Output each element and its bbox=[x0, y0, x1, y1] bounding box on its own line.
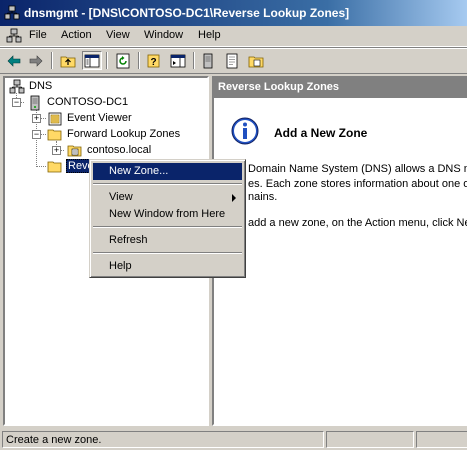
menu-separator bbox=[93, 252, 242, 254]
folder-icon bbox=[47, 161, 62, 173]
status-cell bbox=[326, 431, 414, 448]
expand-event-viewer-toggle[interactable]: + bbox=[32, 114, 41, 123]
info-icon bbox=[231, 117, 259, 145]
menu-view[interactable]: View bbox=[106, 29, 130, 41]
context-menu-new-window[interactable]: New Window from Here bbox=[93, 206, 242, 223]
document-icon bbox=[226, 53, 238, 68]
menu-separator bbox=[93, 183, 242, 185]
back-button[interactable] bbox=[4, 51, 24, 70]
refresh-button[interactable] bbox=[113, 51, 133, 70]
tree-node-dns[interactable]: DNS bbox=[9, 79, 207, 95]
menu-item-label: Refresh bbox=[109, 234, 148, 246]
server-icon bbox=[30, 95, 40, 111]
tree-label: Forward Lookup Zones bbox=[67, 128, 181, 140]
zone-folder-icon bbox=[248, 56, 264, 67]
toolbar-separator bbox=[193, 52, 195, 69]
system-menu-icon[interactable] bbox=[6, 28, 22, 44]
status-text: Create a new zone. bbox=[6, 434, 102, 446]
zone-icon bbox=[67, 145, 82, 157]
server-icon bbox=[203, 53, 213, 68]
forward-arrow-icon bbox=[29, 54, 43, 67]
context-menu-refresh[interactable]: Refresh bbox=[93, 232, 242, 249]
tree-label: contoso.local bbox=[87, 144, 152, 156]
status-bar: Create a new zone. bbox=[0, 429, 467, 450]
show-hide-action-pane-button[interactable] bbox=[168, 51, 188, 70]
refresh-icon bbox=[116, 53, 130, 68]
context-menu: New Zone... View New Window from Here Re… bbox=[89, 159, 246, 278]
help-button[interactable]: ? bbox=[144, 51, 164, 70]
help-icon: ? bbox=[147, 54, 160, 68]
collapse-forward-zones-toggle[interactable]: − bbox=[32, 130, 41, 139]
menu-separator bbox=[93, 226, 242, 228]
menu-item-label: View bbox=[109, 191, 133, 203]
dns-icon bbox=[9, 79, 25, 94]
pane-header-title: Reverse Lookup Zones bbox=[218, 81, 340, 93]
help-text-line: es. Each zone stores information about o… bbox=[248, 178, 467, 190]
zone-properties-button[interactable] bbox=[222, 51, 242, 70]
svg-text:?: ? bbox=[150, 57, 156, 68]
toolbar-separator bbox=[106, 52, 108, 69]
event-viewer-icon bbox=[48, 112, 62, 126]
menu-item-label: New Zone... bbox=[109, 165, 169, 177]
tree-label: CONTOSO-DC1 bbox=[47, 96, 129, 108]
help-text-line: nains. bbox=[248, 191, 278, 203]
up-one-level-button[interactable] bbox=[58, 51, 78, 70]
collapse-server-toggle[interactable]: − bbox=[12, 98, 21, 107]
window-title: dnsmgmt - [DNS\CONTOSO-DC1\Reverse Looku… bbox=[24, 6, 350, 20]
menu-window[interactable]: Window bbox=[144, 29, 183, 41]
show-hide-console-tree-button[interactable] bbox=[82, 51, 102, 70]
toolbar: ? bbox=[0, 47, 467, 74]
menu-bar: File Action View Window Help bbox=[0, 26, 467, 47]
tree-label: Event Viewer bbox=[67, 112, 132, 124]
title-bar[interactable]: dnsmgmt - [DNS\CONTOSO-DC1\Reverse Looku… bbox=[0, 0, 467, 26]
menu-action[interactable]: Action bbox=[61, 29, 92, 41]
dns-app-icon bbox=[4, 5, 20, 20]
menu-help[interactable]: Help bbox=[198, 29, 221, 41]
folder-open-icon bbox=[47, 129, 62, 141]
action-pane-icon bbox=[170, 54, 186, 67]
help-text-line: add a new zone, on the Action menu, clic… bbox=[248, 217, 467, 229]
status-cell bbox=[416, 431, 467, 448]
tree-line bbox=[36, 166, 46, 167]
new-zone-button[interactable] bbox=[246, 51, 266, 70]
details-pane[interactable]: Reverse Lookup Zones Add a New Zone Doma… bbox=[212, 76, 467, 426]
tree-node-server[interactable]: CONTOSO-DC1 bbox=[27, 95, 207, 111]
forward-button[interactable] bbox=[26, 51, 46, 70]
menu-item-label: Help bbox=[109, 260, 132, 272]
back-arrow-icon bbox=[7, 54, 21, 67]
tree-label: DNS bbox=[29, 80, 53, 92]
console-tree-icon bbox=[84, 54, 100, 67]
context-menu-view[interactable]: View bbox=[93, 189, 242, 206]
submenu-arrow-icon bbox=[232, 194, 236, 202]
menu-item-label: New Window from Here bbox=[109, 208, 226, 220]
help-text-line: Domain Name System (DNS) allows a DNS na… bbox=[248, 163, 467, 175]
status-text-cell: Create a new zone. bbox=[2, 431, 324, 448]
help-heading: Add a New Zone bbox=[274, 126, 368, 140]
folder-up-icon bbox=[60, 56, 76, 67]
expand-contoso-toggle[interactable]: + bbox=[52, 146, 61, 155]
tree-node-contoso-local[interactable]: contoso.local bbox=[67, 143, 207, 159]
context-menu-help[interactable]: Help bbox=[93, 258, 242, 275]
toolbar-separator bbox=[138, 52, 140, 69]
server-button[interactable] bbox=[198, 51, 218, 70]
tree-node-event-viewer[interactable]: Event Viewer bbox=[47, 111, 207, 127]
menu-file[interactable]: File bbox=[29, 29, 47, 41]
pane-header: Reverse Lookup Zones bbox=[214, 78, 467, 98]
tree-node-forward-lookup-zones[interactable]: Forward Lookup Zones bbox=[47, 127, 207, 143]
context-menu-new-zone[interactable]: New Zone... bbox=[93, 163, 242, 180]
toolbar-separator bbox=[51, 52, 53, 69]
